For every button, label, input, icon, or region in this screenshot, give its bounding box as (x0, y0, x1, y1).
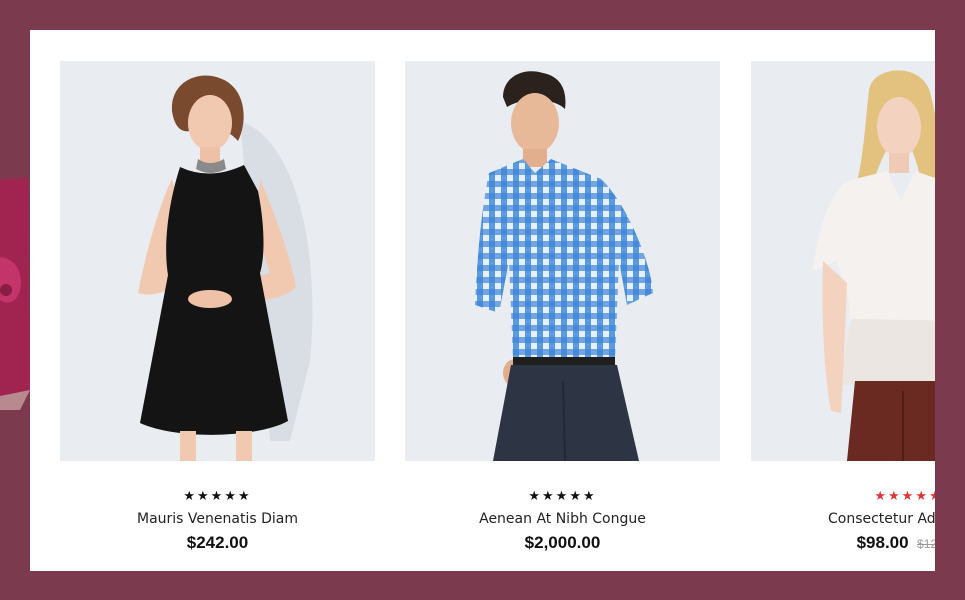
product-name[interactable]: Aenean At Nibh Congue (405, 511, 720, 527)
product-card[interactable]: ★★★★★ Aenean At Nibh Congue $2,000.00 (405, 61, 720, 553)
product-old-price: $120.00 (917, 537, 935, 551)
product-image-woman-white-top[interactable] (751, 61, 935, 461)
rating-stars: ★★★★★ (405, 489, 720, 503)
star-icon: ★★★★★ (183, 488, 252, 503)
product-price: $242.00 (186, 533, 249, 552)
rating-stars: ★★★★★ (60, 489, 375, 503)
product-card[interactable]: ★★★★★ Consectetur Adipiscing $98.00 $120… (751, 61, 935, 553)
product-name[interactable]: Consectetur Adipiscing (751, 511, 935, 527)
product-image-woman-black-dress[interactable] (60, 61, 375, 461)
product-carousel-panel: ★★★★★ Mauris Venenatis Diam $242.00 ★★★★… (30, 30, 935, 571)
rating-stars: ★★★★★ (751, 489, 935, 503)
product-name[interactable]: Mauris Venenatis Diam (60, 511, 375, 527)
product-price: $98.00 (856, 533, 909, 552)
star-icon: ★★★★★ (528, 488, 597, 503)
star-icon: ★★★★★ (874, 488, 935, 503)
product-price: $2,000.00 (524, 533, 601, 552)
product-card[interactable]: ★★★★★ Mauris Venenatis Diam $242.00 (60, 61, 375, 553)
product-image-man-checked-shirt[interactable] (405, 61, 720, 461)
